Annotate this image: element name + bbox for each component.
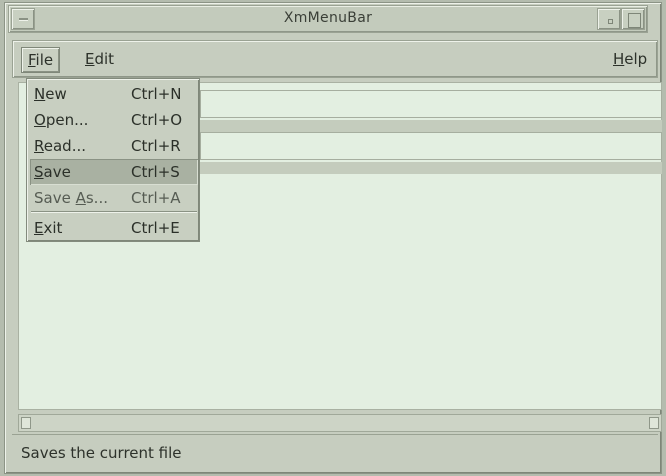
- maximize-button[interactable]: [621, 8, 645, 30]
- menu-item-save-as-accel: Ctrl+A: [131, 189, 181, 207]
- menu-item-exit-label: Exit: [34, 215, 62, 241]
- menu-item-save-accel: Ctrl+S: [131, 163, 180, 181]
- menu-file-label: ile: [35, 51, 54, 69]
- menu-edit-label: dit: [94, 50, 115, 68]
- label-rest: xit: [43, 219, 63, 237]
- menu-item-save-as[interactable]: Save As... Ctrl+A: [30, 185, 198, 211]
- mnemonic: A: [75, 189, 86, 207]
- status-bar: Saves the current file: [12, 434, 658, 470]
- file-menu-dropdown: New Ctrl+N Open... Ctrl+O Read... Ctrl+R…: [26, 78, 200, 242]
- scroll-left-handle[interactable]: [21, 417, 31, 429]
- menu-item-open-accel: Ctrl+O: [131, 111, 183, 129]
- separator-band-2: [200, 162, 662, 174]
- menu-item-exit-accel: Ctrl+E: [131, 219, 180, 237]
- text-field-1[interactable]: [200, 90, 662, 118]
- menu-item-read[interactable]: Read... Ctrl+R: [30, 133, 198, 159]
- menu-item-save-label: Save: [34, 159, 71, 185]
- label-rest: ead...: [43, 137, 86, 155]
- menu-item-open-label: Open...: [34, 107, 88, 133]
- menu-item-new[interactable]: New Ctrl+N: [30, 81, 198, 107]
- status-text: Saves the current file: [21, 444, 182, 462]
- menu-item-new-accel: Ctrl+N: [131, 85, 182, 103]
- menu-help-label: elp: [624, 50, 648, 68]
- mnemonic: N: [34, 85, 46, 103]
- menu-item-save-as-label: Save As...: [34, 185, 108, 211]
- label-rest: s...: [85, 189, 108, 207]
- label-rest: pen...: [45, 111, 89, 129]
- minimize-button[interactable]: [597, 8, 621, 30]
- menu-item-open[interactable]: Open... Ctrl+O: [30, 107, 198, 133]
- menu-help-mnemonic: H: [613, 50, 625, 68]
- menu-item-save[interactable]: Save Ctrl+S: [30, 159, 198, 185]
- text-field-2[interactable]: [200, 132, 662, 160]
- menu-file-mnemonic: F: [28, 51, 36, 69]
- window-title: XmMenuBar: [283, 10, 373, 26]
- separator-band-1: [200, 120, 662, 132]
- menu-item-new-label: New: [34, 81, 67, 107]
- menu-edit[interactable]: Edit: [79, 47, 120, 73]
- menu-help[interactable]: Help: [607, 47, 653, 73]
- menu-file[interactable]: File: [21, 47, 61, 73]
- mnemonic: O: [34, 111, 46, 129]
- scroll-right-handle[interactable]: [649, 417, 659, 429]
- menu-separator: [31, 211, 197, 213]
- menu-item-exit[interactable]: Exit Ctrl+E: [30, 215, 198, 241]
- label-prefix: Save: [34, 189, 76, 207]
- menu-item-read-accel: Ctrl+R: [131, 137, 181, 155]
- mnemonic: R: [34, 137, 44, 155]
- menu-bar: File Edit Help: [12, 40, 658, 78]
- mnemonic: S: [34, 163, 44, 181]
- horizontal-scrollbar[interactable]: [18, 414, 662, 432]
- menu-item-read-label: Read...: [34, 133, 86, 159]
- label-rest: ave: [43, 163, 71, 181]
- title-bar[interactable]: XmMenuBar: [8, 5, 648, 33]
- label-rest: ew: [45, 85, 67, 103]
